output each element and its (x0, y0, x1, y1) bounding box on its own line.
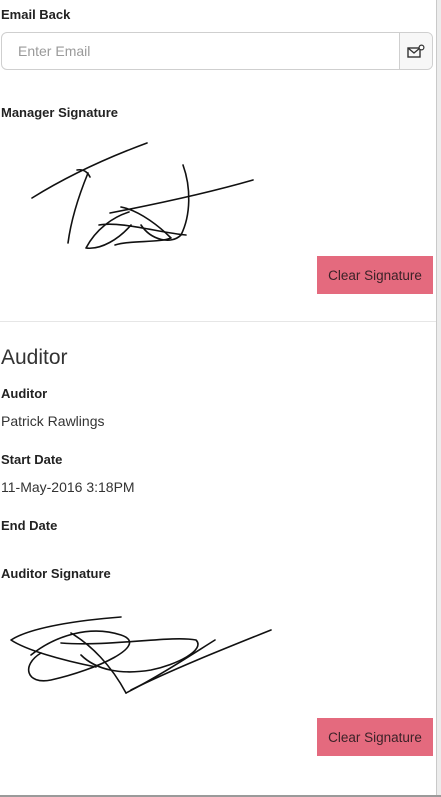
send-email-icon (407, 44, 425, 58)
clear-manager-signature-button[interactable]: Clear Signature (317, 256, 433, 294)
window-right-edge (436, 0, 441, 797)
email-input[interactable] (2, 33, 399, 69)
auditor-label: Auditor (1, 386, 48, 401)
clear-auditor-signature-button[interactable]: Clear Signature (317, 718, 433, 756)
auditor-signature-pad[interactable] (1, 595, 433, 710)
manager-signature-pad[interactable] (1, 125, 433, 255)
email-back-label: Email Back (1, 7, 71, 22)
auditor-section-title: Auditor (1, 346, 68, 369)
start-date-label: Start Date (1, 452, 63, 467)
email-back-input-group (1, 32, 433, 70)
section-divider (0, 321, 436, 322)
auditor-signature-label: Auditor Signature (1, 566, 111, 581)
manager-signature-label: Manager Signature (1, 105, 119, 120)
start-date-value: 11-May-2016 3:18PM (1, 479, 135, 495)
auditor-value: Patrick Rawlings (1, 413, 105, 429)
send-email-button[interactable] (399, 33, 432, 69)
end-date-label: End Date (1, 518, 58, 533)
